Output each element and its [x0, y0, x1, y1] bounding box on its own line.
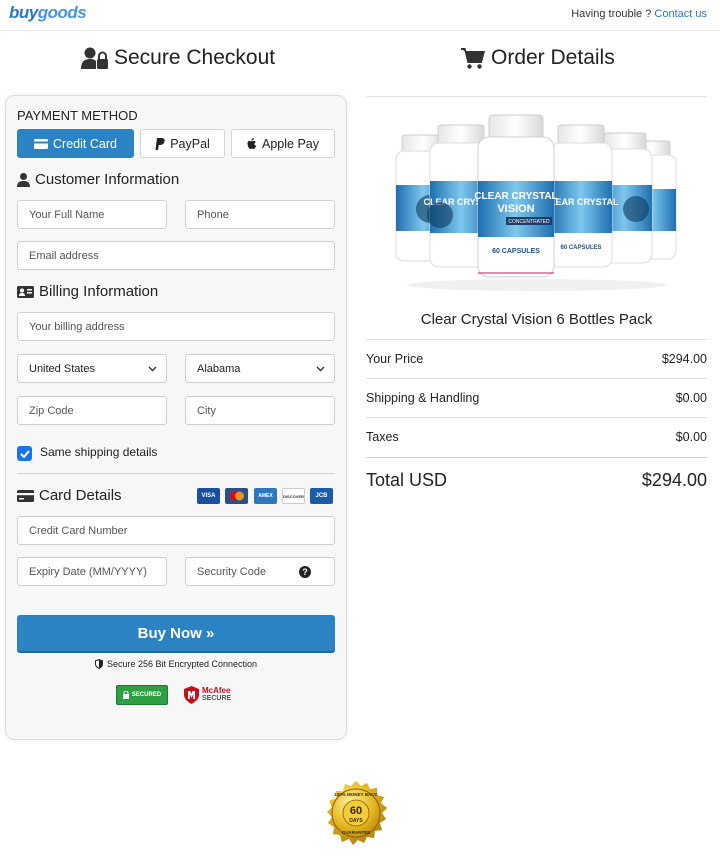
paypal-icon: [155, 137, 165, 150]
card-details-heading: Card Details: [17, 487, 122, 504]
country-select[interactable]: United States: [17, 354, 167, 383]
bottle-center-capsules: 60 CAPSULES: [492, 248, 540, 255]
total-label: Total USD: [366, 470, 448, 490]
summary-label: Your Price: [366, 352, 424, 366]
summary-label: Shipping & Handling: [366, 391, 480, 405]
card-details-title: Card Details: [39, 487, 122, 504]
secure-checkout-title: Secure Checkout: [114, 46, 276, 69]
billing-info-heading: Billing Information: [17, 283, 158, 300]
summary-row-shipping: Shipping & Handling $0.00: [366, 378, 707, 417]
credit-card-icon: [34, 138, 49, 149]
security-code-placeholder: Security Code: [197, 565, 267, 578]
bottle-right-capsules: 60 CAPSULES: [560, 245, 601, 251]
mcafee-shield-icon: [184, 686, 199, 704]
mcafee-badge: McAfee SECURE: [184, 684, 238, 706]
total-row: Total USD $294.00: [366, 457, 707, 503]
state-value: Alabama: [197, 362, 241, 375]
help-question: Having trouble ?: [571, 8, 652, 20]
buygoods-logo[interactable]: buygoods: [9, 3, 87, 23]
mastercard-icon: [225, 488, 248, 504]
secured-badge: SECURED: [116, 685, 168, 705]
summary-label: Taxes: [366, 430, 399, 444]
full-name-input[interactable]: Your Full Name: [17, 200, 167, 229]
billing-address-input[interactable]: Your billing address: [17, 312, 335, 341]
shield-icon: [94, 659, 103, 669]
same-shipping-label[interactable]: Same shipping details: [40, 445, 157, 459]
credit-card-icon: [17, 489, 34, 502]
buy-now-button[interactable]: Buy Now »: [17, 615, 335, 651]
secure-checkout-heading: Secure Checkout: [81, 46, 275, 70]
paypal-tab[interactable]: PayPal: [140, 129, 225, 158]
mcafee-name: McAfee: [202, 686, 231, 695]
customer-info-title: Customer Information: [35, 171, 180, 188]
secure-connection-text: Secure 256 Bit Encrypted Connection: [106, 659, 258, 669]
svg-text:?: ?: [302, 567, 308, 577]
product-title: Clear Crystal Vision 6 Bottles Pack: [420, 311, 653, 328]
summary-value: $294.00: [661, 352, 707, 366]
amex-icon: AMEX: [254, 488, 277, 504]
bottle-center-text2: VISION: [497, 203, 534, 215]
apple-pay-label: Apple Pay: [262, 136, 319, 151]
user-icon: [17, 172, 30, 187]
billing-info-title: Billing Information: [39, 283, 159, 300]
question-circle-icon[interactable]: ?: [299, 565, 311, 578]
apple-pay-tab[interactable]: Apple Pay: [231, 129, 335, 158]
same-shipping-checkbox[interactable]: [17, 446, 32, 461]
mcafee-sub: SECURE: [202, 695, 232, 702]
money-back-guarantee-seal: 60 DAYS 100% MONEY BACK GUARANTEE: [327, 781, 387, 845]
divider: [17, 473, 335, 474]
bottle-center: CLEAR CRYSTAL VISION CONCENTRATED 60 CAP…: [474, 114, 558, 278]
chevron-down-icon: [316, 366, 325, 371]
order-details-title: Order Details: [491, 46, 615, 69]
credit-card-tab[interactable]: Credit Card: [17, 129, 134, 158]
contact-us-link[interactable]: Contact us: [654, 8, 707, 20]
visa-icon: VISA: [197, 488, 220, 504]
bottle-center-text3: CONCENTRATED: [508, 219, 550, 225]
secure-connection-note: Secure 256 Bit Encrypted Connection: [6, 659, 346, 669]
card-number-input[interactable]: Credit Card Number: [17, 516, 335, 545]
country-value: United States: [29, 362, 96, 375]
check-icon: [19, 449, 30, 458]
zip-code-input[interactable]: Zip Code: [17, 396, 167, 425]
lock-icon: [122, 691, 129, 699]
user-lock-icon: [81, 47, 108, 69]
jcb-icon: JCB: [310, 488, 333, 504]
payment-method-label: PAYMENT METHOD: [17, 108, 138, 123]
order-details-heading: Order Details: [461, 46, 615, 70]
seal-top-text: 100% MONEY BACK: [334, 792, 378, 797]
email-input[interactable]: Email address: [17, 241, 335, 270]
mcafee-text: McAfee SECURE: [202, 687, 231, 703]
paypal-label: PayPal: [170, 136, 210, 151]
top-bar: buygoods Having trouble ? Contact us: [0, 0, 720, 31]
id-card-icon: [17, 285, 34, 298]
shopping-cart-icon: [461, 47, 485, 69]
discover-icon: DISCOVER: [282, 488, 305, 504]
credit-card-label: Credit Card: [53, 136, 117, 151]
logo-part-1: buy: [9, 3, 38, 22]
total-value: $294.00: [641, 470, 707, 490]
seal-days-number: 60: [350, 805, 362, 817]
summary-row-price: Your Price $294.00: [366, 339, 707, 378]
secured-badge-text: SECURED: [131, 692, 162, 698]
logo-part-2: goods: [37, 3, 87, 22]
order-divider: [366, 96, 707, 97]
chevron-down-icon: [148, 366, 157, 371]
seal-bottom-text: GUARANTEE: [342, 830, 371, 835]
phone-input[interactable]: Phone: [185, 200, 335, 229]
summary-value: $0.00: [675, 430, 707, 444]
customer-info-heading: Customer Information: [17, 171, 179, 188]
help-text: Having trouble ? Contact us: [571, 8, 707, 20]
state-select[interactable]: Alabama: [185, 354, 335, 383]
seal-days-label: DAYS: [349, 818, 363, 824]
checkout-panel: PAYMENT METHOD Credit Card PayPal Apple …: [5, 95, 347, 740]
city-input[interactable]: City: [185, 396, 335, 425]
apple-icon: [247, 137, 257, 149]
summary-value: $0.00: [675, 391, 707, 405]
expiry-date-input[interactable]: Expiry Date (MM/YYYY): [17, 557, 167, 586]
security-code-input[interactable]: Security Code ?: [185, 557, 335, 586]
product-image: CLEAR CRYSTAL CLEAR CRYSTAL 60 CAPSULES …: [395, 114, 677, 291]
bottle-center-text1: CLEAR CRYSTAL: [474, 191, 557, 202]
summary-row-taxes: Taxes $0.00: [366, 417, 707, 456]
